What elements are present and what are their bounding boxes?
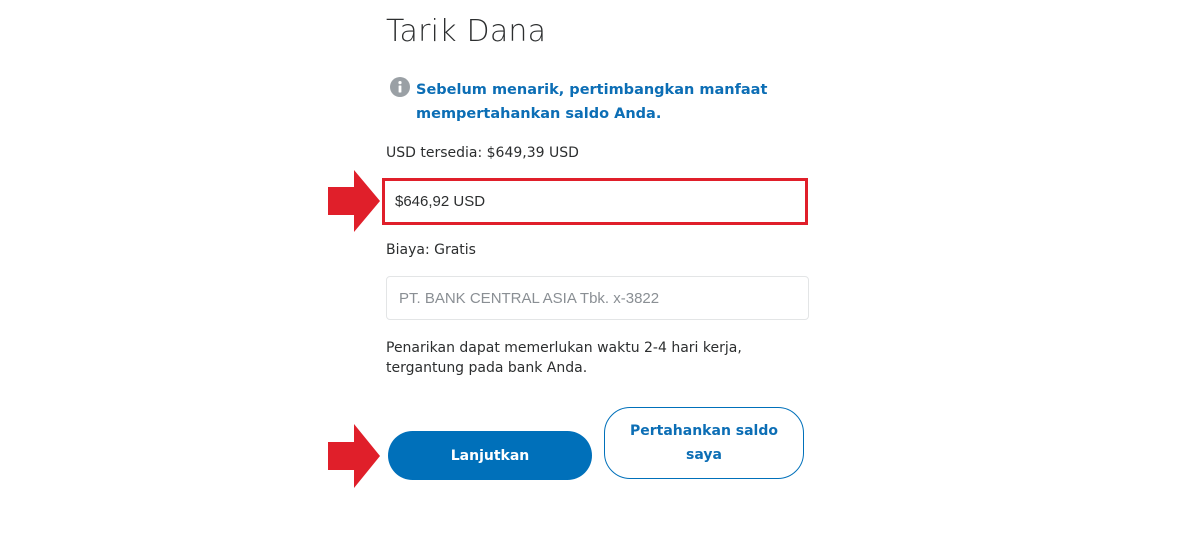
bank-account-field[interactable] (386, 276, 809, 320)
amount-input[interactable] (395, 181, 785, 222)
bank-account-select[interactable] (399, 277, 794, 319)
available-balance: USD tersedia: $649,39 USD (386, 145, 579, 161)
page-title: Tarik Dana (386, 14, 547, 49)
continue-button[interactable]: Lanjutkan (388, 431, 592, 480)
processing-note: Penarikan dapat memerlukan waktu 2-4 har… (386, 338, 786, 378)
red-arrow-icon (328, 424, 380, 488)
fee-label: Biaya: Gratis (386, 242, 476, 258)
processing-note-line: Penarikan dapat memerlukan waktu 2-4 har… (386, 340, 742, 356)
info-icon (390, 77, 410, 97)
info-message[interactable]: Sebelum menarik, pertimbangkan manfaat m… (416, 78, 776, 126)
keep-balance-button[interactable]: Pertahankan saldo saya (604, 407, 804, 479)
red-arrow-icon (328, 170, 380, 232)
amount-field[interactable] (382, 178, 808, 225)
processing-note-line: tergantung pada bank Anda. (386, 360, 588, 376)
